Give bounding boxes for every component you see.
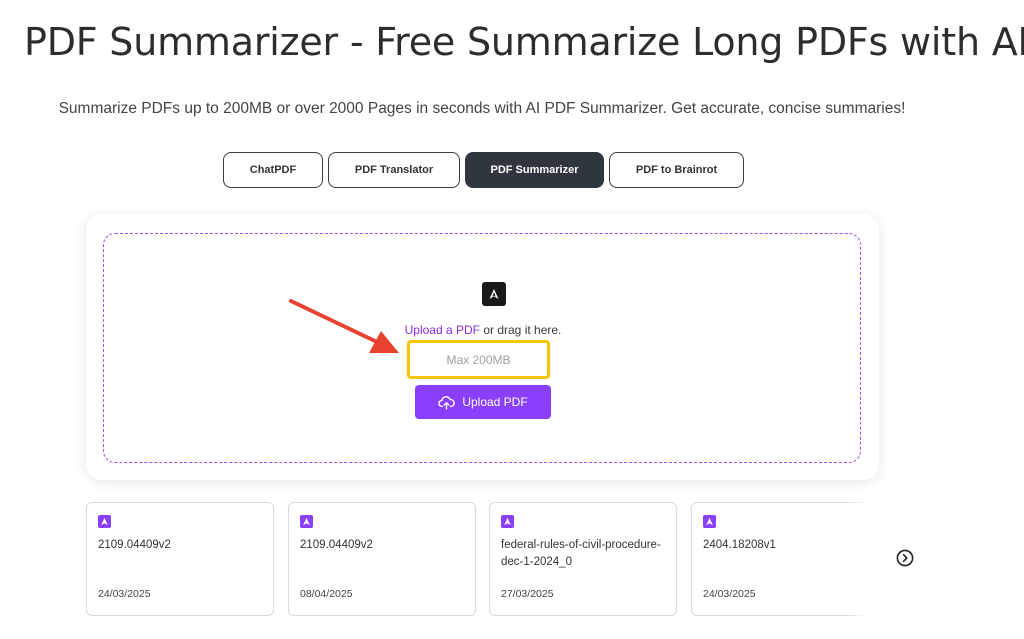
tab-pdf-to-brainrot[interactable]: PDF to Brainrot [609,152,744,188]
tab-pdf-summarizer-label: PDF Summarizer [490,164,579,176]
pdf-file-icon [300,515,313,528]
pdf-file-icon [482,282,506,306]
tab-pdf-translator[interactable]: PDF Translator [328,152,460,188]
upload-pdf-button[interactable]: Upload PDF [415,385,551,419]
recent-file-name: federal-rules-of-civil-procedure-dec-1-2… [501,539,661,568]
tab-chatpdf-label: ChatPDF [249,164,297,176]
recent-file-card[interactable]: 2109.04409v2 08/04/2025 [288,502,476,616]
recent-file-card[interactable]: federal-rules-of-civil-procedure-dec-1-2… [489,502,677,616]
pdf-file-icon [98,515,111,528]
recent-file-name: 2404.18208v1 [703,539,776,551]
annotation-arrow-icon [289,299,399,353]
upload-pdf-button-label: Upload PDF [462,395,528,409]
tab-pdf-to-brainrot-label: PDF to Brainrot [635,164,718,176]
tab-pdf-summarizer[interactable]: PDF Summarizer [465,152,604,188]
drag-hint-text: or drag it here. [480,323,562,337]
pdf-file-icon [703,515,716,528]
max-size-label: Max 200MB [446,352,511,367]
tab-pdf-translator-label: PDF Translator [354,164,434,176]
cloud-upload-icon [438,395,456,410]
recent-file-name: 2109.04409v2 [300,539,373,551]
carousel-fade [845,500,885,618]
recent-file-card[interactable]: 2109.04409v2 24/03/2025 [86,502,274,616]
page-root: PDF Summarizer - Free Summarize Long PDF… [0,0,1024,639]
carousel-next-button[interactable] [896,549,914,567]
tab-chatpdf[interactable]: ChatPDF [223,152,323,188]
max-size-highlight-box: Max 200MB [407,340,550,379]
pdf-dropzone[interactable]: Upload a PDF or drag it here. Max 200MB … [103,233,861,463]
recent-file-date: 27/03/2025 [501,588,554,600]
recent-file-name: 2109.04409v2 [98,539,171,551]
recent-file-date: 24/03/2025 [703,588,756,600]
tool-tabs: ChatPDF PDF Translator PDF Summarizer PD… [223,152,744,188]
chevron-right-circle-icon [896,549,914,567]
pdf-file-icon [501,515,514,528]
upload-card: Upload a PDF or drag it here. Max 200MB … [86,214,879,480]
page-subtitle: Summarize PDFs up to 200MB or over 2000 … [58,100,906,117]
recent-file-date: 24/03/2025 [98,588,151,600]
drop-instructions: Upload a PDF or drag it here. [104,323,862,337]
recent-file-date: 08/04/2025 [300,588,353,600]
upload-pdf-link[interactable]: Upload a PDF [405,323,480,337]
page-title: PDF Summarizer - Free Summarize Long PDF… [24,20,1024,64]
